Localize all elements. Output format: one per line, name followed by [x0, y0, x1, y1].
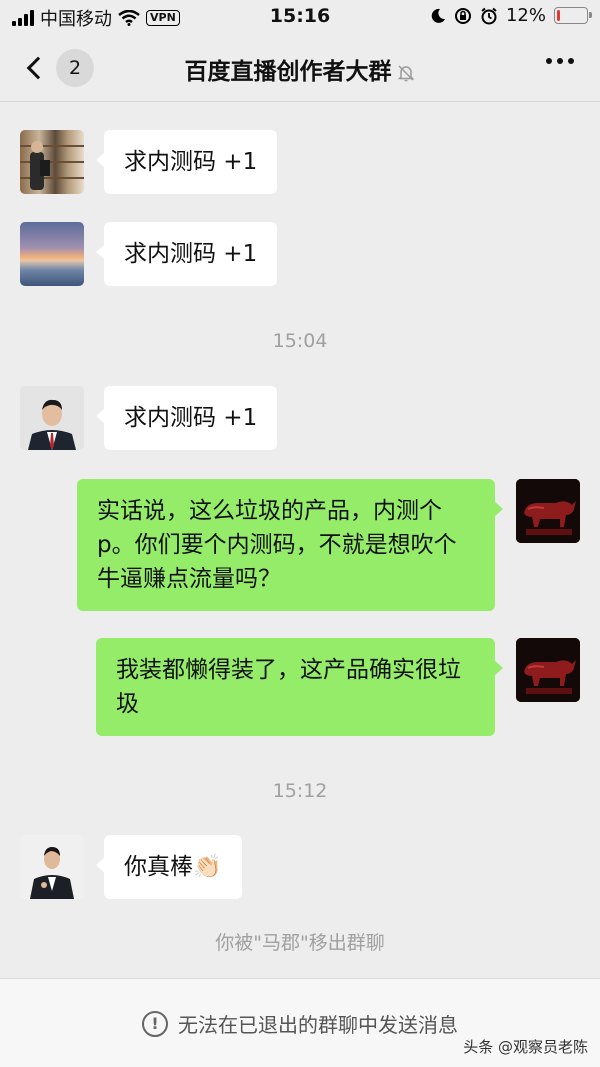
message-bubble-outgoing[interactable]: 实话说，这么垃圾的产品，内测个 p。你们要个内测码，不就是想吹个牛逼赚点流量吗？	[77, 479, 503, 611]
watermark: 头条 @观察员老陈	[463, 1038, 588, 1056]
battery-icon	[554, 7, 592, 24]
exclamation-info-icon: !	[142, 1010, 168, 1037]
status-right: 12%	[430, 5, 592, 26]
avatar-man-suit[interactable]	[20, 835, 84, 899]
avatar-sunset[interactable]	[20, 222, 84, 286]
avatar-bookshelf[interactable]	[20, 130, 84, 194]
status-bar: 中国移动 VPN 15:16 12%	[0, 0, 600, 34]
timestamp: 15:12	[272, 780, 328, 802]
bell-muted-icon	[397, 64, 414, 81]
message-bubble[interactable]: 求内测码 +1	[95, 222, 278, 286]
avatar-man-suit[interactable]	[20, 386, 84, 450]
nav-bar: 2 百度直播创作者大群	[0, 34, 600, 102]
avatar-bull-statue[interactable]	[516, 638, 580, 702]
battery-percent: 12%	[505, 5, 546, 26]
battery-fill	[557, 10, 560, 21]
alarm-icon	[481, 7, 497, 24]
moon-icon	[431, 8, 445, 23]
message-bubble[interactable]: 你真棒👏🏻	[96, 835, 242, 899]
footer-note: ! 无法在已退出的群聊中发送消息	[0, 1009, 600, 1038]
message-bubble[interactable]: 求内测码 +1	[95, 386, 278, 450]
footer-bar: ! 无法在已退出的群聊中发送消息 头条 @观察员老陈	[0, 978, 600, 1067]
message-bubble[interactable]: 求内测码 +1	[95, 130, 278, 194]
cannot-send-notice: 无法在已退出的群聊中发送消息	[178, 1013, 458, 1037]
more-icon[interactable]	[546, 58, 574, 64]
avatar-bull-statue[interactable]	[516, 479, 580, 543]
system-notice: 你被"马郡"移出群聊	[215, 932, 385, 954]
orientation-lock-icon	[454, 7, 471, 24]
timestamp: 15:04	[272, 330, 328, 352]
chat-title: 百度直播创作者大群	[184, 59, 392, 85]
chat-title-wrap[interactable]: 百度直播创作者大群	[0, 52, 600, 86]
message-bubble-outgoing[interactable]: 我装都懒得装了，这产品确实很垃圾	[96, 638, 503, 736]
